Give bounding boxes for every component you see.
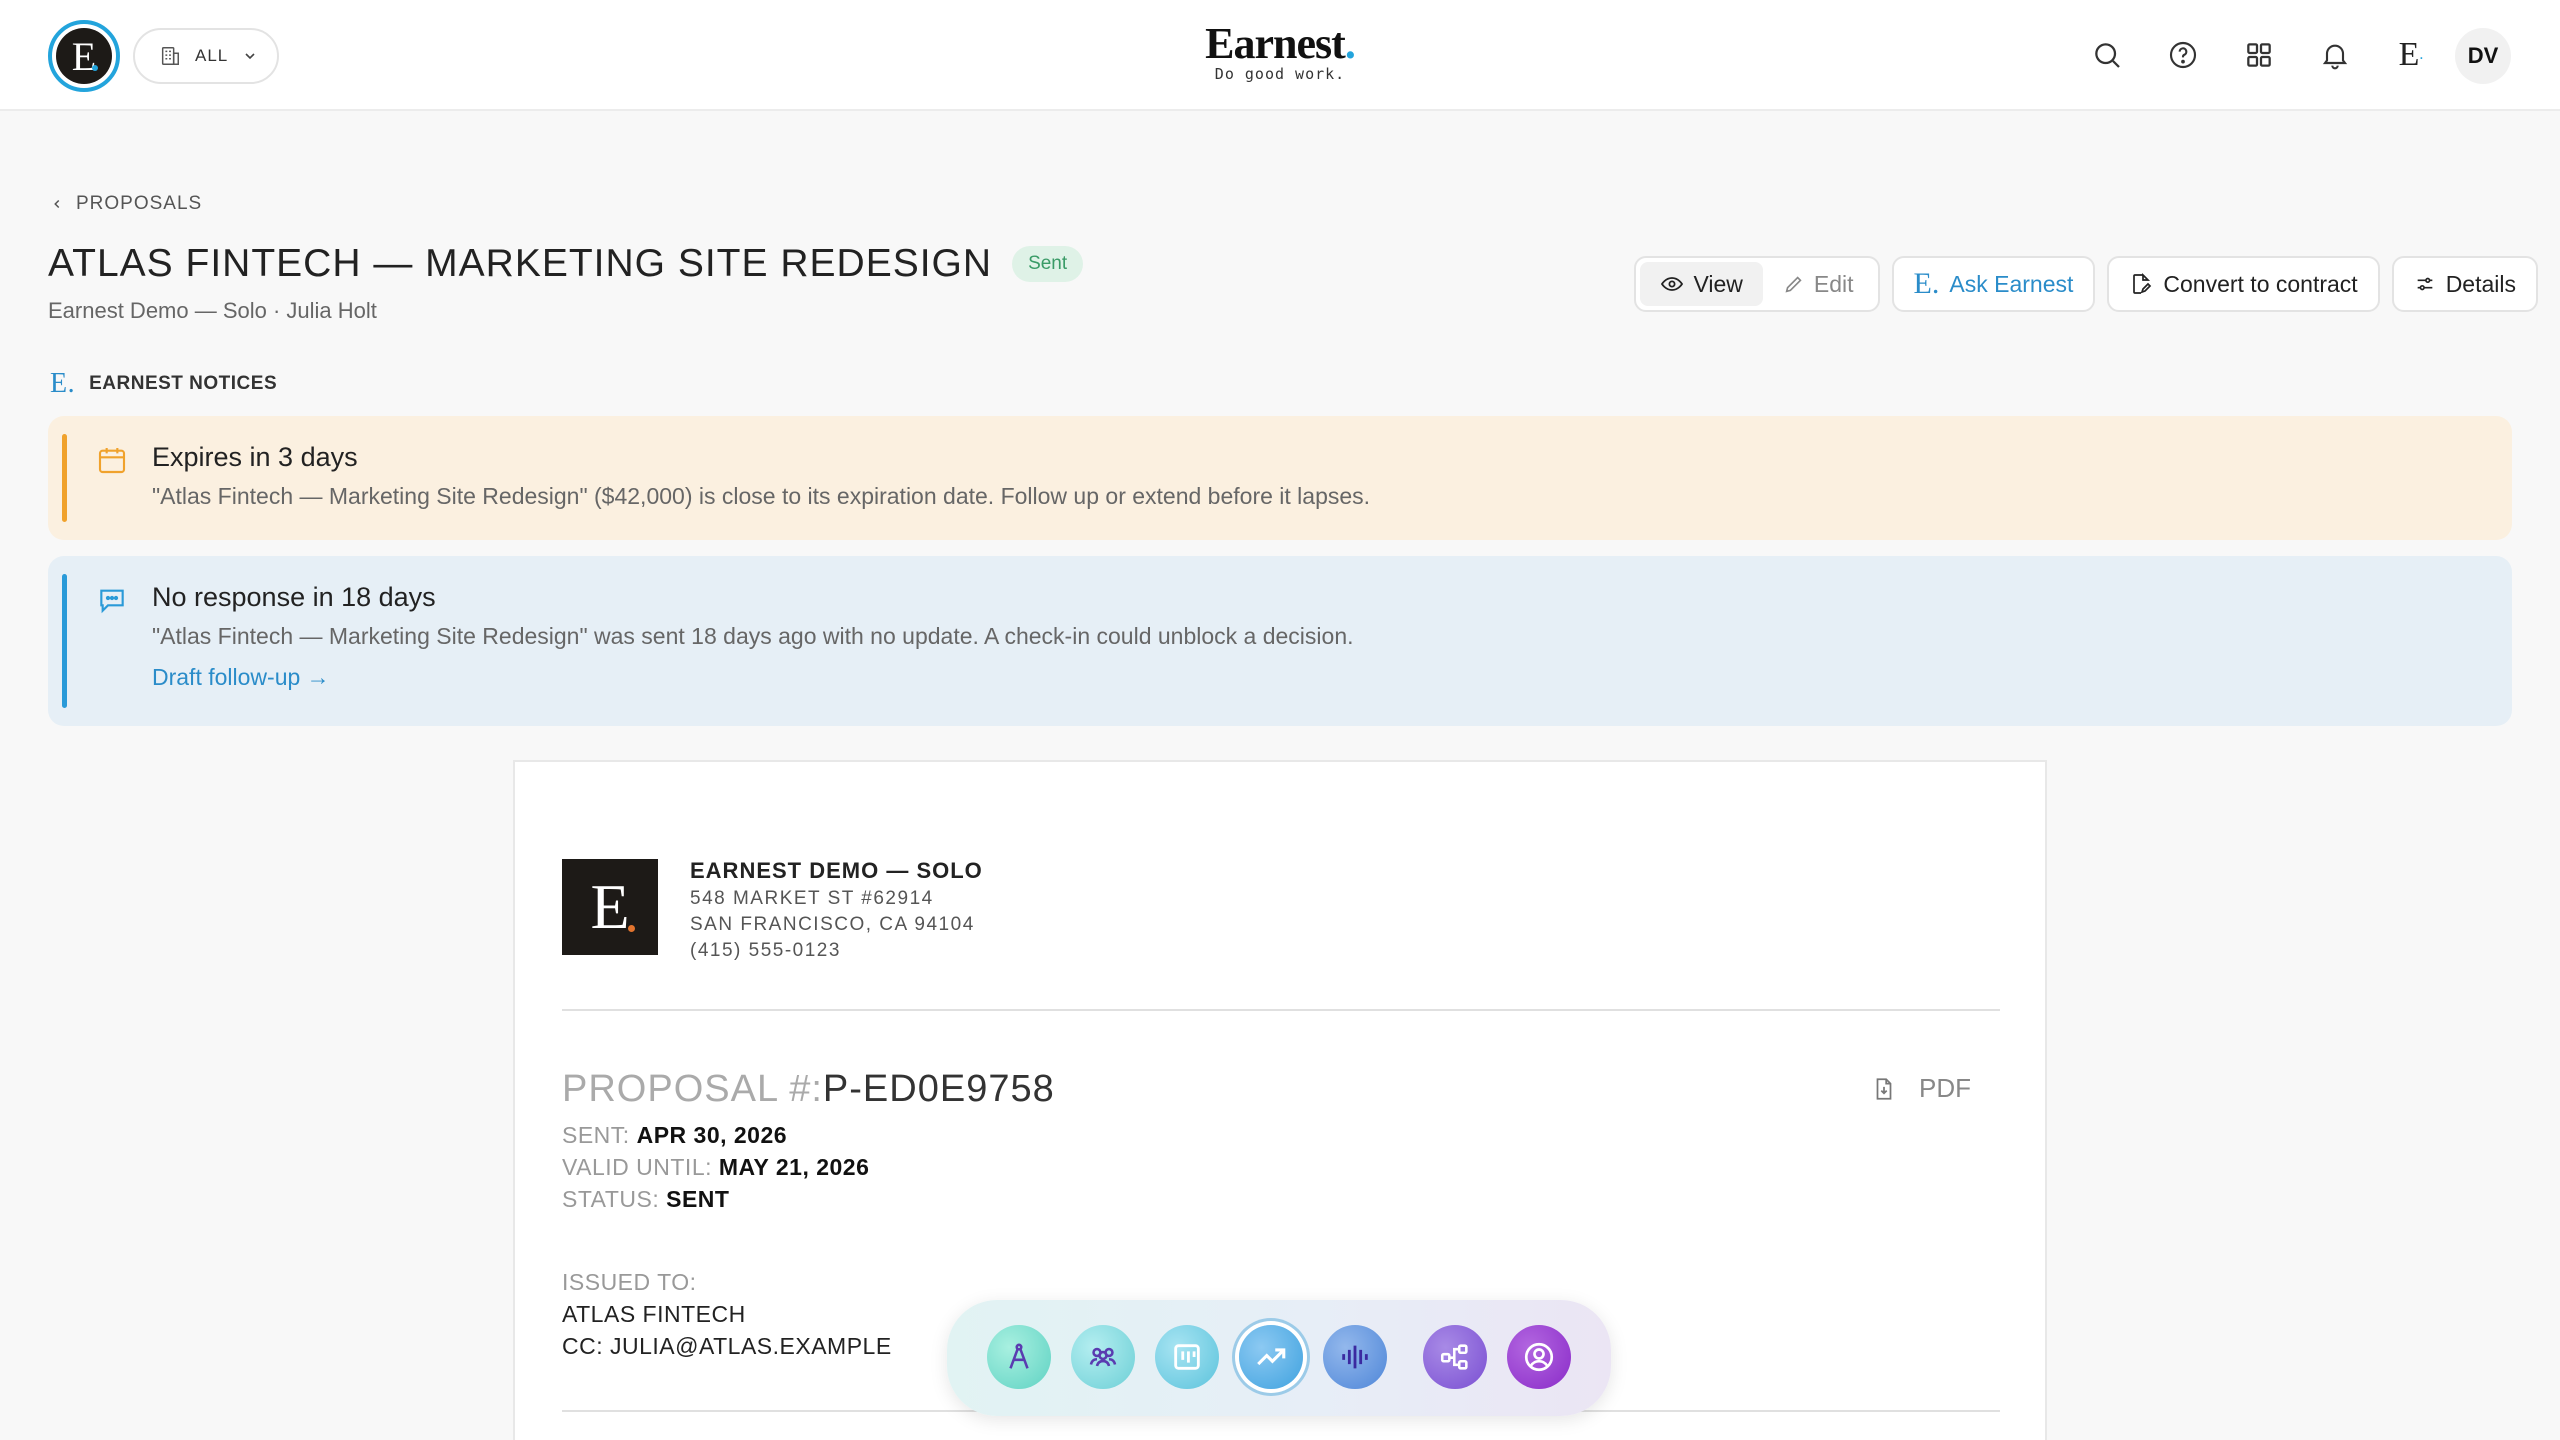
brand-name: Earnest <box>1205 19 1346 68</box>
earnest-e-icon[interactable]: E. <box>2390 34 2432 76</box>
help-icon[interactable] <box>2162 34 2204 76</box>
breadcrumb[interactable]: PROPOSALS <box>50 193 202 215</box>
notice-expiring: Expires in 3 days "Atlas Fintech — Marke… <box>48 416 2512 540</box>
ask-earnest-label: Ask Earnest <box>1949 270 2074 297</box>
valid-label: VALID UNTIL: <box>562 1154 712 1180</box>
notice-accent-bar <box>62 434 67 522</box>
chevron-left-icon <box>54 199 60 209</box>
brand-logo[interactable]: Earnest. Do good work. <box>1180 18 1380 83</box>
status: STATUS: SENT <box>562 1186 729 1213</box>
document-edit-icon <box>2133 272 2152 294</box>
company-address-2: SAN FRANCISCO, CA 94104 <box>690 914 975 935</box>
bell-icon[interactable] <box>2314 34 2356 76</box>
pdf-label: PDF <box>1919 1073 1971 1103</box>
board-icon[interactable] <box>1155 1325 1219 1389</box>
eye-icon <box>1661 277 1684 291</box>
ask-earnest-button[interactable]: E. Ask Earnest <box>1891 256 2096 312</box>
pdf-download-button[interactable]: PDF <box>1871 1073 1971 1104</box>
issued-to: ISSUED TO: ATLAS FINTECH CC: JULIA@ATLAS… <box>562 1266 892 1362</box>
audio-wave-icon[interactable] <box>1323 1325 1387 1389</box>
proposal-number-value: P-ED0E9758 <box>822 1068 1055 1110</box>
search-icon[interactable] <box>2086 34 2128 76</box>
notice-title: No response in 18 days <box>152 582 436 612</box>
workspace-logo[interactable]: E <box>48 20 120 92</box>
apps-grid-icon[interactable] <box>2238 34 2280 76</box>
app-dock <box>947 1300 1611 1416</box>
earnest-e-logo-icon: E <box>56 28 112 84</box>
user-circle-icon[interactable] <box>1507 1325 1571 1389</box>
proposal-number: PROPOSAL #:P-ED0E9758 <box>562 1068 1055 1111</box>
trend-up-icon[interactable] <box>1239 1325 1303 1389</box>
top-bar: E ALL Earnest. Do good work. E. DV <box>0 0 2560 111</box>
earnest-e-icon: E. <box>1913 267 1940 300</box>
notices-heading: E. EARNEST NOTICES <box>50 368 277 400</box>
scope-selector[interactable]: ALL <box>133 28 279 84</box>
file-download-icon <box>1876 1077 1892 1100</box>
company-phone: (415) 555-0123 <box>690 940 841 961</box>
status-badge: Sent <box>1012 246 1084 282</box>
page-title: ATLAS FINTECH — MARKETING SITE REDESIGN <box>48 242 993 285</box>
sent-date: SENT: APR 30, 2026 <box>562 1122 787 1149</box>
compass-icon[interactable] <box>987 1325 1051 1389</box>
chevron-down-icon <box>245 53 255 60</box>
proposal-number-label: PROPOSAL #: <box>562 1068 823 1110</box>
edit-button[interactable]: Edit <box>1763 262 1874 306</box>
divider <box>562 1009 2000 1011</box>
breadcrumb-label: PROPOSALS <box>76 193 203 214</box>
status-value: SENT <box>666 1186 730 1212</box>
details-button[interactable]: Details <box>2391 256 2538 312</box>
user-avatar[interactable]: DV <box>2455 28 2511 84</box>
notice-accent-bar <box>62 574 67 708</box>
notice-no-response: No response in 18 days "Atlas Fintech — … <box>48 556 2512 726</box>
issued-to-label: ISSUED TO: <box>562 1269 697 1295</box>
valid-value: MAY 21, 2026 <box>718 1154 870 1180</box>
valid-until: VALID UNTIL: MAY 21, 2026 <box>562 1154 869 1181</box>
earnest-e-icon: E. <box>50 368 76 399</box>
convert-to-contract-button[interactable]: Convert to contract <box>2107 256 2380 312</box>
company-address-1: 548 MARKET ST #62914 <box>690 888 934 909</box>
sent-value: APR 30, 2026 <box>636 1122 788 1148</box>
page-subtitle: Earnest Demo — Solo · Julia Holt <box>48 298 377 323</box>
issued-to-cc: CC: JULIA@ATLAS.EXAMPLE <box>562 1333 892 1359</box>
view-label: View <box>1693 270 1743 297</box>
company-info: EARNEST DEMO — SOLO 548 MARKET ST #62914… <box>690 858 983 962</box>
sent-label: SENT: <box>562 1122 630 1148</box>
calendar-icon <box>98 448 126 474</box>
issued-to-name: ATLAS FINTECH <box>562 1301 746 1327</box>
building-icon <box>161 47 179 65</box>
details-label: Details <box>2445 270 2516 297</box>
sliders-icon <box>2417 277 2433 291</box>
team-icon[interactable] <box>1071 1325 1135 1389</box>
notice-title: Expires in 3 days <box>152 442 358 472</box>
pencil-icon <box>1785 276 1802 293</box>
company-logo: E <box>562 859 658 955</box>
edit-label: Edit <box>1813 270 1854 297</box>
company-name: EARNEST DEMO — SOLO <box>690 858 983 883</box>
convert-label: Convert to contract <box>2163 270 2358 297</box>
chat-icon <box>100 589 124 614</box>
status-label: STATUS: <box>562 1186 660 1212</box>
draft-follow-up-link[interactable]: Draft follow-up → <box>152 664 2512 691</box>
view-edit-toggle: View Edit <box>1634 256 1880 312</box>
notice-text: "Atlas Fintech — Marketing Site Redesign… <box>152 623 1354 649</box>
notices-heading-label: EARNEST NOTICES <box>89 373 278 394</box>
title-row: ATLAS FINTECH — MARKETING SITE REDESIGN … <box>48 242 1084 286</box>
scope-label: ALL <box>195 46 229 65</box>
workflow-icon[interactable] <box>1423 1325 1487 1389</box>
notice-text: "Atlas Fintech — Marketing Site Redesign… <box>152 483 1371 509</box>
page-actions: View Edit E. Ask Earnest Convert to cont… <box>1634 256 2538 312</box>
view-button[interactable]: View <box>1640 262 1763 306</box>
